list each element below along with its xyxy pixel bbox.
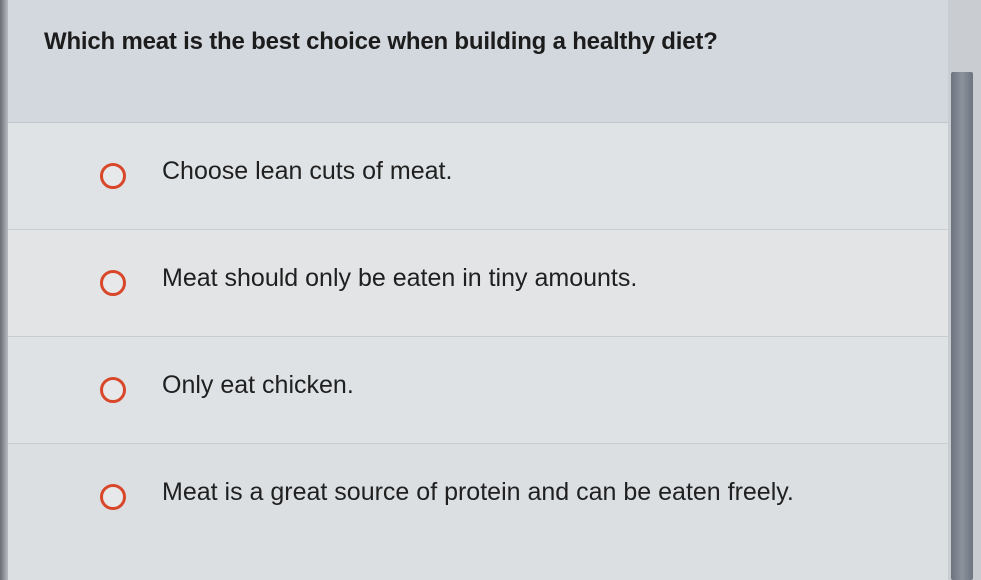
next-option-partial — [8, 547, 948, 580]
option-label: Meat should only be eaten in tiny amount… — [162, 264, 638, 292]
answer-option-1[interactable]: Choose lean cuts of meat. — [8, 123, 948, 230]
radio-button-icon[interactable] — [100, 377, 126, 403]
radio-button-icon[interactable] — [100, 270, 126, 296]
option-label: Choose lean cuts of meat. — [162, 157, 453, 185]
scrollbar-thumb[interactable] — [951, 72, 973, 580]
answer-option-4[interactable]: Meat is a great source of protein and ca… — [8, 444, 948, 551]
question-text: Which meat is the best choice when build… — [44, 28, 718, 55]
option-label: Only eat chicken. — [162, 371, 354, 399]
question-header: Which meat is the best choice when build… — [8, 0, 948, 123]
radio-button-icon[interactable] — [100, 163, 126, 189]
option-label: Meat is a great source of protein and ca… — [162, 478, 794, 506]
answer-options: Choose lean cuts of meat. Meat should on… — [8, 123, 948, 551]
answer-option-2[interactable]: Meat should only be eaten in tiny amount… — [8, 230, 948, 337]
radio-button-icon[interactable] — [100, 484, 126, 510]
window-edge — [0, 0, 8, 580]
answer-option-3[interactable]: Only eat chicken. — [8, 337, 948, 444]
